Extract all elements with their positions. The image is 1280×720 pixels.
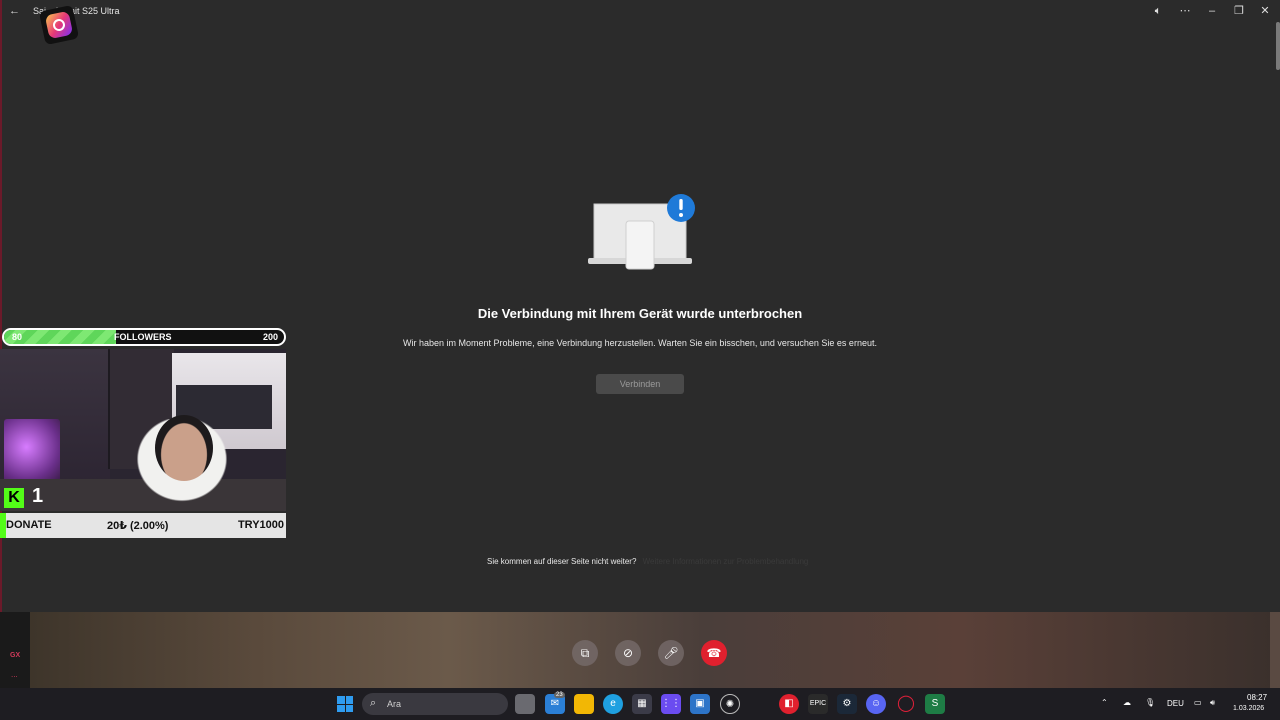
file-explorer-icon[interactable]: [574, 694, 594, 714]
opera-gx-sidebar: GX ...: [0, 612, 30, 688]
error-message: Wir haben im Moment Probleme, eine Verbi…: [403, 338, 877, 348]
followers-current: 80: [12, 332, 23, 342]
minimize-button[interactable]: –: [1204, 3, 1220, 19]
app-grid-icon[interactable]: ⋮⋮: [661, 694, 681, 714]
help-link[interactable]: Weitere Informationen zur Problembehandl…: [643, 557, 809, 566]
disconnected-device-icon: [588, 194, 695, 270]
opera-gx-icon[interactable]: ◯: [896, 694, 916, 714]
followers-goal: 200: [262, 332, 278, 342]
followers-goal-bar: 80 FOLLOWERS 200: [2, 328, 286, 346]
scrollbar[interactable]: [1276, 22, 1280, 70]
donate-banner: DONATE 20₺ (2.00%) TRY1000: [0, 513, 286, 538]
donate-currency: TRY1000: [237, 519, 284, 531]
volume-icon[interactable]: 🔊︎: [1210, 698, 1215, 708]
phone-link-window: ← Sai... iye ait S25 Ultra 🔈︎ ⋯ – ❐ ✕ Di…: [0, 0, 1280, 612]
taskbar: ⌕ Ara ✉ 23 e ▦ ⋮⋮ ▣ ✺ ◧ EPIC ⚙ ☺ ◯ S ⌃ ☁…: [0, 688, 1280, 720]
connect-button[interactable]: Verbinden: [596, 374, 684, 394]
search-input[interactable]: ⌕ Ara: [362, 693, 508, 715]
tray-chevron-icon[interactable]: ⌃: [1101, 698, 1108, 707]
store-icon[interactable]: ▦: [632, 694, 652, 714]
epic-games-icon[interactable]: EPIC: [808, 694, 828, 714]
windows-start-icon[interactable]: [337, 696, 353, 712]
donate-amount: 20₺ (2.00%): [107, 520, 169, 532]
title-bar: ← Sai... iye ait S25 Ultra 🔈︎ ⋯ – ❐ ✕: [0, 0, 1280, 22]
microphone-icon[interactable]: 🎤︎: [658, 640, 684, 666]
spreadsheet-icon[interactable]: S: [925, 694, 945, 714]
help-text: Sie kommen auf dieser Seite nicht weiter…: [487, 557, 637, 566]
error-heading: Die Verbindung mit Ihrem Gerät wurde unt…: [477, 306, 803, 321]
followers-label: FOLLOWERS: [114, 332, 172, 342]
webcam-feed: K 1: [0, 349, 286, 511]
more-icon[interactable]: ...: [11, 670, 18, 679]
gx-label[interactable]: GX: [10, 652, 20, 659]
phone-link-icon[interactable]: ▣: [690, 694, 710, 714]
instagram-icon: [38, 4, 80, 46]
kick-logo-icon: K: [4, 488, 24, 508]
close-button[interactable]: ✕: [1257, 3, 1273, 19]
donate-label: DONATE: [6, 519, 52, 531]
discord-icon[interactable]: ☺: [866, 694, 886, 714]
mic-tray-icon[interactable]: 🎙︎: [1145, 698, 1155, 707]
end-call-button[interactable]: ☎︎: [701, 640, 727, 666]
onedrive-icon[interactable]: ☁: [1123, 698, 1131, 707]
speaker-icon[interactable]: 🔈︎: [1150, 3, 1166, 19]
webcam-streamer-head: [155, 415, 213, 481]
language-indicator[interactable]: DEU: [1167, 699, 1184, 708]
screen: ← Sai... iye ait S25 Ultra 🔈︎ ⋯ – ❐ ✕ Di…: [0, 0, 1280, 720]
back-arrow-icon[interactable]: ←: [9, 4, 23, 18]
edge-browser-icon[interactable]: e: [603, 694, 623, 714]
camera-off-icon[interactable]: ⊘: [615, 640, 641, 666]
help-row: Sie kommen auf dieser Seite nicht weiter…: [487, 557, 808, 566]
maximize-button[interactable]: ❐: [1231, 3, 1247, 19]
call-controls-bar: GX ... ⧉ ⊘ 🎤︎ ☎︎: [0, 612, 1280, 688]
task-view-icon[interactable]: [515, 694, 535, 714]
search-placeholder: Ara: [387, 699, 402, 709]
clock-date[interactable]: 1.03.2026: [1233, 705, 1264, 712]
steam-icon[interactable]: ⚙: [837, 694, 857, 714]
red-app-icon[interactable]: ◧: [779, 694, 799, 714]
chatgpt-icon[interactable]: ✺: [720, 694, 740, 714]
search-icon: ⌕: [370, 697, 377, 709]
callbar-edge: [1270, 612, 1280, 688]
viewer-count: 1: [32, 485, 44, 507]
network-icon[interactable]: ▭: [1194, 698, 1202, 707]
clock-time[interactable]: 08:27: [1247, 693, 1267, 702]
notification-badge: 23: [554, 692, 565, 698]
screen-share-icon[interactable]: ⧉: [572, 640, 598, 666]
more-options-icon[interactable]: ⋯: [1177, 3, 1193, 19]
